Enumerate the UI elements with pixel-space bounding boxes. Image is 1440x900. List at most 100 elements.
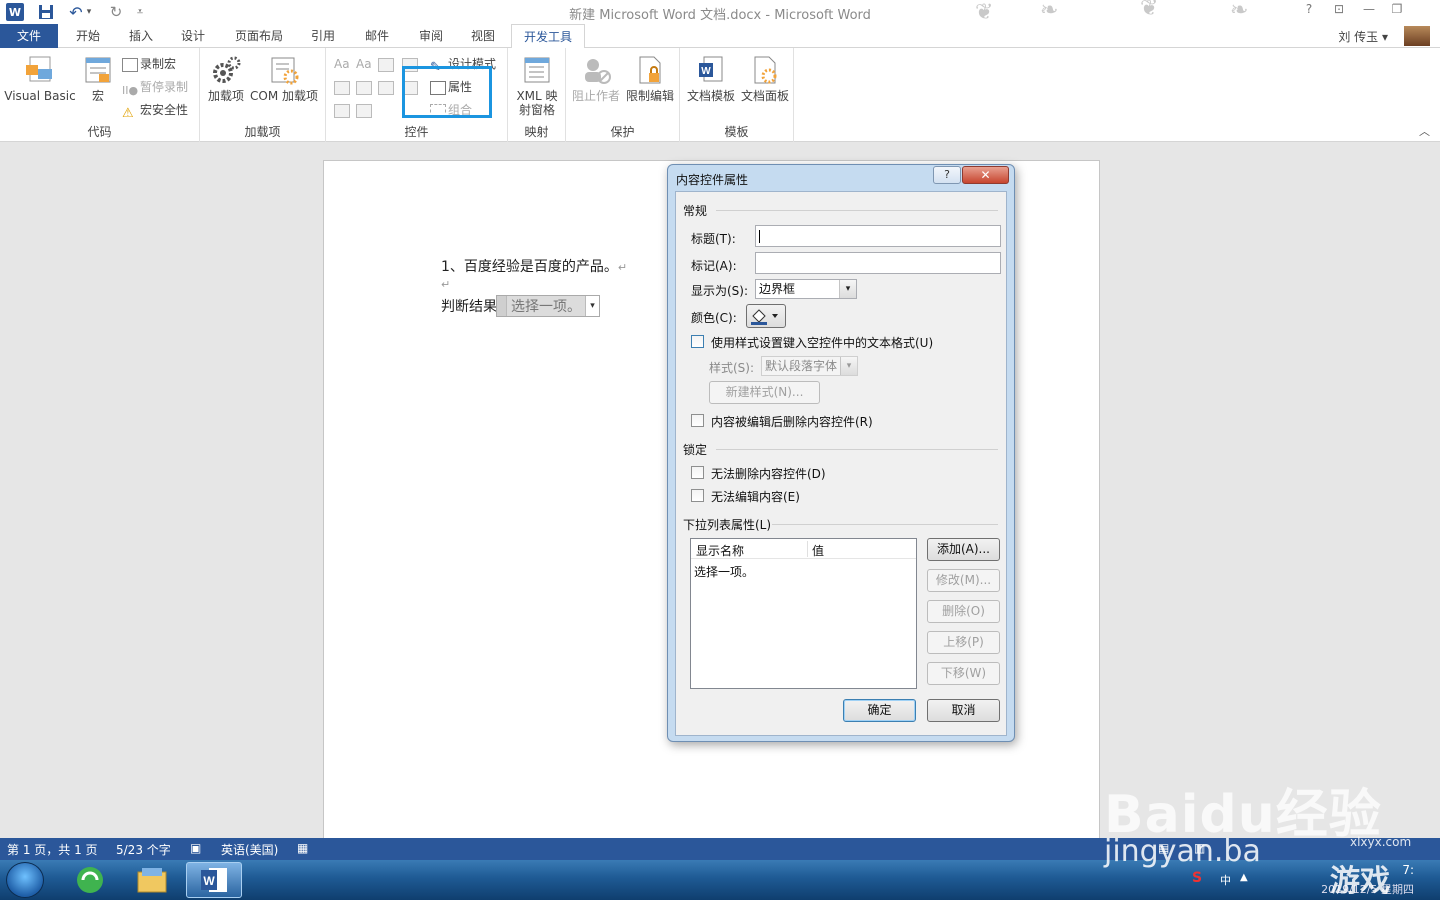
title-input[interactable]	[755, 225, 1001, 247]
help-button[interactable]: ?	[1296, 2, 1322, 20]
dropdown-placeholder[interactable]: 选择一项。	[507, 296, 585, 316]
macros-label: 宏	[91, 89, 104, 103]
text-caret	[759, 230, 760, 243]
cancel-button[interactable]: 取消	[927, 699, 1000, 722]
modify-button[interactable]: 修改(M)...	[927, 569, 1000, 592]
com-addins-label: COM 加载项	[250, 89, 318, 103]
restrict-editing-button[interactable]: 限制编辑	[624, 54, 676, 103]
tab-developer[interactable]: 开发工具	[511, 24, 585, 49]
language-indicator[interactable]: 英语(美国)	[221, 841, 278, 858]
proofing-icon[interactable]: ▣	[190, 841, 201, 855]
ribbon-display-options-button[interactable]: ⊡	[1326, 2, 1352, 20]
ok-button[interactable]: 确定	[843, 699, 916, 722]
user-account[interactable]: 刘 传玉 ▾	[1338, 28, 1388, 45]
minimize-button[interactable]: —	[1356, 2, 1382, 20]
new-style-button[interactable]: 新建样式(N)...	[709, 381, 820, 404]
document-line-3-label: 判断结果	[441, 299, 497, 315]
checkbox-control-button[interactable]	[334, 77, 350, 97]
jingyan-watermark: jingyan.ba	[1104, 834, 1261, 869]
group-mapping: XML 映 射窗格 映射	[508, 48, 566, 142]
restrict-editing-label: 限制编辑	[625, 89, 674, 103]
record-macro-button[interactable]: 录制宏	[122, 54, 176, 74]
page-count[interactable]: 第 1 页，共 1 页	[7, 841, 98, 858]
list-item[interactable]: 选择一项。	[694, 563, 754, 580]
cannot-edit-checkbox[interactable]	[691, 489, 704, 502]
cannot-delete-checkbox[interactable]	[691, 466, 704, 479]
combo-box-control-button[interactable]	[356, 77, 372, 97]
tab-review[interactable]: 审阅	[410, 24, 452, 48]
tab-page-layout[interactable]: 页面布局	[226, 24, 292, 48]
collapse-ribbon-icon[interactable]: ︿	[1419, 123, 1430, 139]
game-watermark: 游戏	[1330, 864, 1390, 899]
input-method-icon[interactable]: S	[1192, 870, 1202, 886]
visual-basic-button[interactable]: Visual Basic	[4, 54, 76, 103]
tray-label[interactable]: 中	[1220, 872, 1231, 888]
dropdown-list-box[interactable]: 显示名称 值 选择一项。	[690, 538, 917, 689]
tab-mailings[interactable]: 邮件	[356, 24, 398, 48]
move-up-button[interactable]: 上移(P)	[927, 631, 1000, 654]
macro-security-button[interactable]: ⚠ 宏安全性	[122, 100, 188, 121]
remove-when-edited-checkbox[interactable]	[691, 414, 704, 427]
tab-view[interactable]: 视图	[462, 24, 504, 48]
taskbar-browser-app[interactable]	[62, 862, 118, 898]
repeating-section-button[interactable]	[334, 100, 350, 120]
tab-references[interactable]: 引用	[302, 24, 344, 48]
macro-recording-icon[interactable]: ▦	[297, 841, 308, 855]
chevron-down-icon[interactable]: ▾	[585, 296, 599, 316]
color-picker-button[interactable]	[746, 304, 786, 328]
browser-icon	[77, 867, 103, 893]
show-hidden-icons-icon[interactable]: ▲	[1240, 872, 1248, 883]
document-template-button[interactable]: W 文档模板	[684, 54, 738, 103]
taskbar-explorer-app[interactable]	[124, 862, 180, 898]
list-header: 显示名称 值	[691, 539, 916, 559]
restore-button[interactable]: ❐	[1384, 2, 1410, 20]
pause-recording-button[interactable]: II● 暂停录制	[122, 77, 188, 97]
group-addins: 加载项 COM 加载项 加载项	[200, 48, 326, 142]
addins-button[interactable]: 加载项	[206, 54, 246, 103]
dialog-close-button[interactable]: ✕	[962, 166, 1009, 184]
window-title: 新建 Microsoft Word 文档.docx - Microsoft Wo…	[569, 8, 871, 23]
tab-home[interactable]: 开始	[66, 24, 110, 48]
dropdown-control-button[interactable]	[378, 77, 394, 97]
clock-time[interactable]: 7:	[1402, 863, 1414, 877]
move-down-button[interactable]: 下移(W)	[927, 662, 1000, 685]
tab-insert[interactable]: 插入	[120, 24, 162, 48]
style-select[interactable]: 默认段落字体 ▾	[761, 356, 858, 376]
combo-box-icon	[356, 80, 372, 95]
rich-text-control-button[interactable]: Aa	[334, 54, 350, 74]
plain-text-control-button[interactable]: Aa	[356, 54, 372, 74]
use-style-checkbox[interactable]	[691, 335, 704, 348]
pause-recording-label: 暂停录制	[140, 80, 189, 94]
show-as-select[interactable]: 边界框 ▾	[755, 279, 857, 299]
delete-button[interactable]: 删除(O)	[927, 600, 1000, 623]
com-addins-icon	[268, 54, 300, 86]
warning-icon: ⚠	[122, 105, 134, 121]
taskbar-word-app[interactable]: W	[186, 862, 242, 898]
macros-button[interactable]: 宏	[80, 54, 116, 103]
tab-design[interactable]: 设计	[172, 24, 214, 48]
legacy-tools-button[interactable]	[356, 100, 372, 120]
title-bar: W ↶ ▾ ↻ ⩡ 新建 Microsoft Word 文档.docx - Mi…	[0, 0, 1440, 25]
word-count[interactable]: 5/23 个字	[116, 841, 171, 858]
folder-icon	[137, 868, 167, 893]
list-header-value[interactable]: 值	[812, 542, 824, 559]
start-button[interactable]	[6, 862, 44, 898]
dropdown-content-control[interactable]: 选择一项。 ▾	[496, 295, 600, 317]
add-button[interactable]: 添加(A)...	[927, 538, 1000, 561]
tab-file[interactable]: 文件	[0, 24, 58, 48]
list-header-display-name[interactable]: 显示名称	[696, 542, 744, 559]
document-panel-button[interactable]: 文档面板	[738, 54, 792, 103]
xml-mapping-pane-button[interactable]: XML 映 射窗格	[512, 54, 562, 117]
block-authors-button[interactable]: 阻止作者	[570, 54, 622, 103]
tag-input[interactable]	[755, 252, 1001, 274]
com-addins-button[interactable]: COM 加载项	[248, 54, 320, 103]
column-separator[interactable]	[807, 541, 808, 557]
avatar[interactable]	[1404, 26, 1430, 46]
picture-control-button[interactable]	[378, 54, 394, 74]
section-general: 常规	[683, 204, 708, 218]
dialog-help-button[interactable]: ?	[933, 166, 961, 184]
content-control-handle[interactable]	[497, 296, 507, 316]
show-as-value: 边界框	[759, 282, 796, 296]
macros-icon	[82, 54, 114, 86]
chevron-down-icon: ▾	[840, 357, 857, 375]
